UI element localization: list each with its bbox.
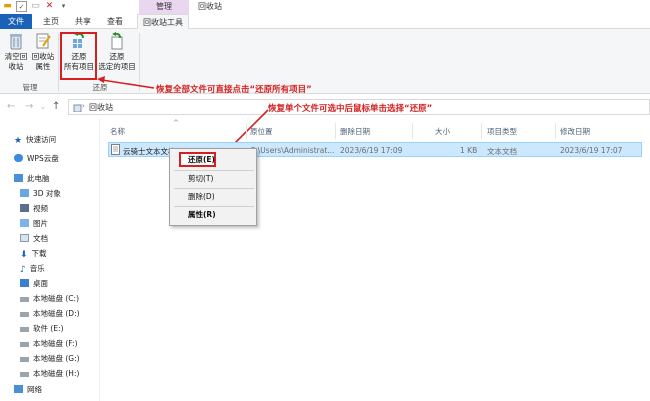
restore-selected-label-1: 还原: [109, 52, 125, 61]
back-arrow-icon[interactable]: ←: [7, 101, 15, 112]
tab-view[interactable]: 查看: [100, 14, 130, 29]
file-date-deleted: 2023/6/19 17:09: [340, 146, 403, 155]
network-icon: [14, 385, 23, 393]
column-separator: [335, 123, 336, 139]
computer-icon: [14, 174, 23, 182]
context-menu: 还原(E) 剪切(T) 删除(D) 属性(R): [169, 148, 257, 226]
sidebar-item-drive-e[interactable]: 软件 (E:): [20, 322, 64, 336]
sidebar-item-documents[interactable]: 文档: [20, 232, 48, 246]
empty-recycle-bin-label: 清空回 收站: [4, 52, 28, 71]
recycle-bin-icon: [10, 34, 22, 50]
drive-icon: [20, 327, 29, 332]
menu-separator: [174, 188, 254, 189]
column-separator: [412, 123, 413, 139]
restore-selected-icon: [111, 32, 123, 50]
restore-all-highlight: [60, 32, 97, 80]
annotation-restore-single: 恢复单个文件可选中后鼠标单击选择“还原”: [268, 104, 433, 114]
menu-separator: [174, 206, 254, 207]
drive-icon: [20, 297, 29, 302]
menu-separator: [174, 170, 254, 171]
tab-file[interactable]: 文件: [0, 14, 32, 29]
column-separator: [555, 123, 556, 139]
cube-icon: [20, 189, 29, 197]
drive-icon: [20, 357, 29, 362]
ribbon-tabs: 文件 主页 共享 查看 回收站工具: [0, 14, 650, 30]
column-header-size[interactable]: 大小: [435, 126, 450, 137]
sidebar-item-drive-c[interactable]: 本地磁盘 (C:): [20, 292, 79, 306]
column-header-date-modified[interactable]: 修改日期: [560, 126, 590, 137]
picture-icon: [20, 219, 29, 227]
restore-selected-label-2: 选定的项目: [98, 62, 136, 71]
file-size: 1 KB: [460, 146, 478, 155]
sidebar-item-drive-g[interactable]: 本地磁盘 (G:): [20, 352, 80, 366]
column-separator: [481, 123, 482, 139]
download-arrow-icon: ⬇: [20, 250, 28, 260]
sidebar-item-pictures[interactable]: 图片: [20, 217, 48, 231]
drive-icon: [20, 312, 29, 317]
window-title: 回收站: [198, 2, 222, 11]
chevron-down-icon[interactable]: ▾: [58, 1, 69, 12]
recycle-bin-properties-button[interactable]: 回收站 属性: [30, 32, 56, 72]
sort-chevron-icon: ^: [173, 119, 179, 127]
file-date-modified: 2023/6/19 17:07: [560, 146, 623, 155]
music-note-icon: ♪: [20, 265, 26, 275]
star-icon: ★: [14, 136, 23, 146]
tab-recycle-bin-tools[interactable]: 回收站工具: [137, 14, 189, 30]
file-name: 云骑士文本文档: [123, 147, 176, 156]
forward-arrow-icon[interactable]: →: [25, 101, 33, 112]
folder-icon: ▬: [3, 1, 12, 11]
file-item-type: 文本文档: [487, 147, 517, 156]
text-file-icon: [111, 144, 120, 155]
menu-item-properties[interactable]: 属性(R): [188, 208, 216, 222]
navigation-pane: ★ 快速访问 WPS云盘 此电脑 3D 对象 视频 图片 文档 ⬇ 下载 ♪ 音乐 桌…: [0, 119, 100, 401]
up-arrow-icon[interactable]: ↑: [52, 101, 60, 112]
recycle-bin-properties-label: 回收站 属性: [31, 52, 55, 71]
cloud-icon: [14, 154, 23, 162]
tab-share[interactable]: 共享: [68, 14, 98, 29]
sidebar-item-network[interactable]: 网络: [14, 383, 42, 397]
delete-icon[interactable]: ✕: [44, 1, 55, 12]
chevron-down-icon[interactable]: ⌄: [40, 103, 46, 111]
sidebar-item-this-pc[interactable]: 此电脑: [14, 172, 50, 186]
file-original-location: C:\Users\Administrat...: [250, 146, 335, 155]
menu-item-restore[interactable]: 还原(E): [188, 153, 215, 167]
sidebar-item-downloads[interactable]: ⬇ 下载: [20, 247, 47, 261]
properties-icon: [36, 33, 51, 49]
breadcrumb[interactable]: 回收站: [89, 102, 113, 113]
sidebar-item-drive-d[interactable]: 本地磁盘 (D:): [20, 307, 80, 321]
group-label-manage: 管理: [22, 83, 38, 92]
menu-item-delete[interactable]: 删除(D): [188, 190, 215, 204]
column-separator: [246, 123, 247, 139]
menu-item-cut[interactable]: 剪切(T): [188, 172, 213, 186]
column-header-item-type[interactable]: 项目类型: [487, 126, 517, 137]
sidebar-item-wps-cloud[interactable]: WPS云盘: [14, 152, 59, 166]
sidebar-item-desktop[interactable]: 桌面: [20, 277, 48, 291]
drive-icon: [20, 372, 29, 377]
drive-icon: [20, 342, 29, 347]
new-folder-icon[interactable]: ▭: [30, 1, 41, 12]
sidebar-item-3d-objects[interactable]: 3D 对象: [20, 187, 61, 201]
sidebar-item-quick-access[interactable]: ★ 快速访问: [14, 133, 56, 147]
column-header-date-deleted[interactable]: 删除日期: [340, 126, 370, 137]
document-icon: [20, 234, 29, 242]
desktop-icon: [20, 279, 29, 287]
annotation-arrow-restore-all: [97, 76, 155, 89]
chevron-right-icon: ›: [82, 102, 85, 110]
properties-icon[interactable]: ✓: [16, 1, 27, 12]
sidebar-item-drive-h[interactable]: 本地磁盘 (H:): [20, 367, 79, 381]
sidebar-item-videos[interactable]: 视频: [20, 202, 48, 216]
restore-selected-items-button[interactable]: 还原 选定的项目: [98, 32, 136, 72]
sidebar-item-drive-f[interactable]: 本地磁盘 (F:): [20, 337, 78, 351]
column-header-name[interactable]: 名称: [110, 126, 125, 137]
recycle-bin-icon: [73, 104, 82, 112]
video-icon: [20, 204, 29, 212]
context-group-label: 管理: [139, 0, 189, 14]
annotation-restore-all: 恢复全部文件可直接点击“还原所有项目”: [156, 85, 312, 95]
title-bar: ▬ ✓ ▭ ✕ ▾ 管理 回收站: [0, 0, 650, 14]
empty-recycle-bin-button[interactable]: 清空回 收站: [4, 32, 28, 72]
tab-home[interactable]: 主页: [36, 14, 66, 29]
ribbon-separator: [58, 33, 59, 91]
sidebar-item-music[interactable]: ♪ 音乐: [20, 262, 45, 276]
column-header-original-location[interactable]: 原位置: [250, 126, 273, 137]
